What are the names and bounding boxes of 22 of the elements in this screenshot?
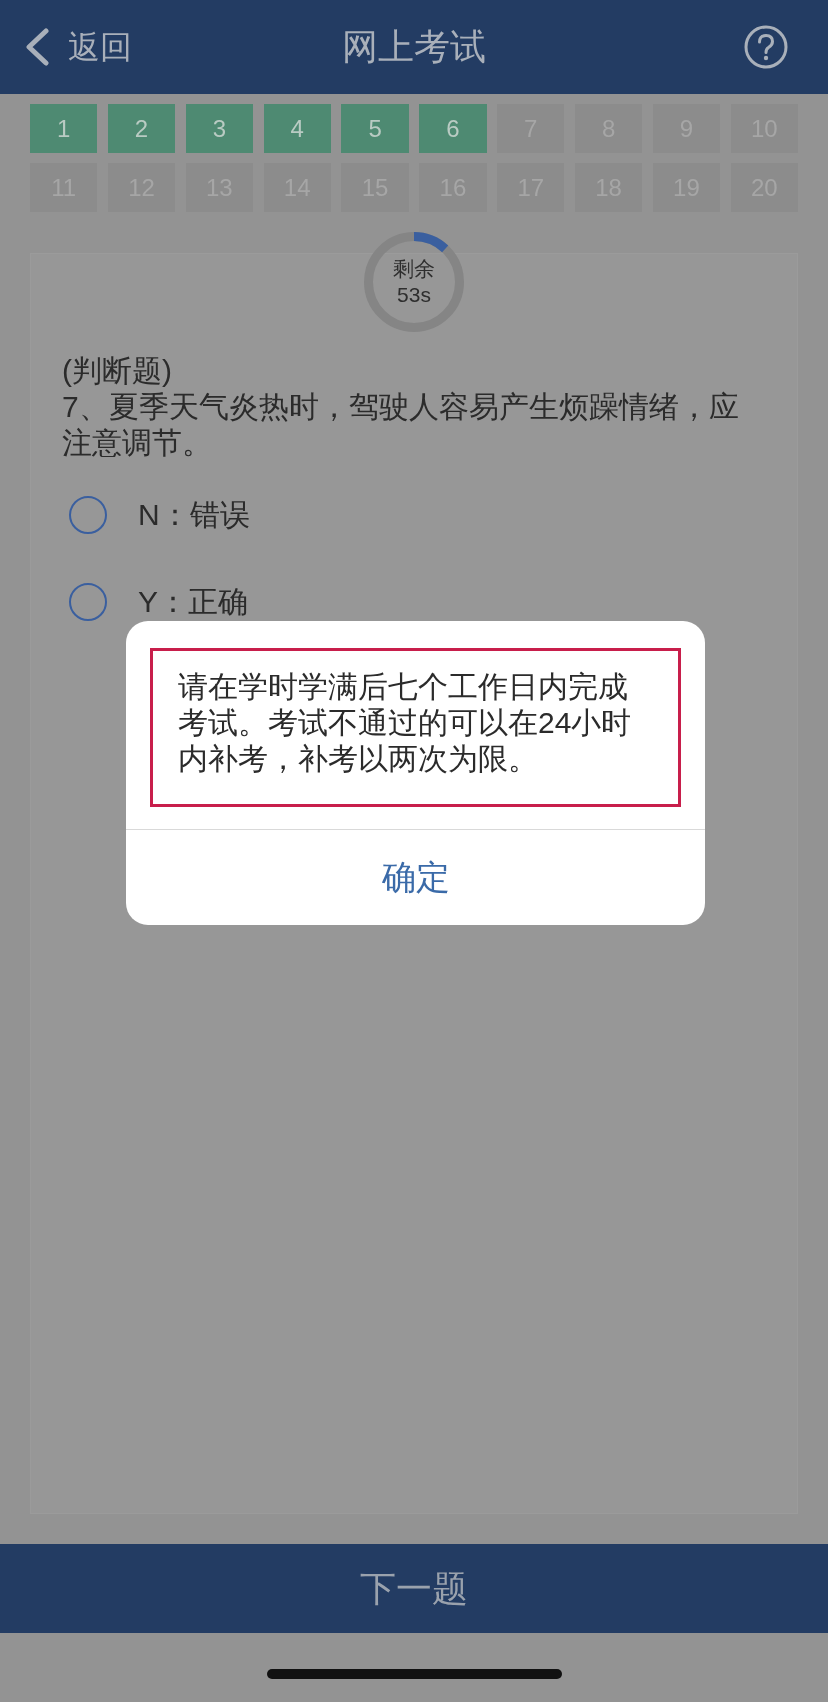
question-text: 7、夏季天气炎热时，驾驶人容易产生烦躁情绪，应注意调节。 [62, 389, 740, 461]
question-number-tab[interactable]: 4 [263, 104, 331, 153]
question-type: (判断题) [62, 353, 172, 389]
radio-button[interactable] [69, 495, 107, 534]
question-number-tab[interactable]: 2 [107, 104, 176, 153]
confirm-button[interactable]: 确定 [126, 830, 705, 925]
question-number-tab[interactable]: 3 [185, 104, 254, 153]
question-number-tab[interactable]: 6 [419, 104, 487, 153]
back-button[interactable]: 返回 [24, 28, 132, 66]
help-icon [744, 25, 788, 69]
option-label[interactable]: N：错误 [138, 496, 250, 533]
option-label[interactable]: Y：正确 [138, 583, 248, 620]
countdown-label: 剩余 [393, 256, 435, 282]
page-title: 网上考试 [342, 29, 486, 65]
countdown-reading: 53s [397, 282, 431, 308]
next-question-button[interactable]: 下一题 [0, 1544, 828, 1633]
question-number-tab[interactable]: 1 [30, 104, 98, 153]
question-number-tab[interactable]: 5 [341, 104, 409, 153]
help-button[interactable] [744, 25, 788, 69]
dialog-message: 请在学时学满后七个工作日内完成考试。考试不通过的可以在24小时内补考，补考以两次为限。 [178, 669, 633, 777]
chevron-left-icon [24, 28, 50, 66]
radio-button[interactable] [69, 582, 107, 621]
